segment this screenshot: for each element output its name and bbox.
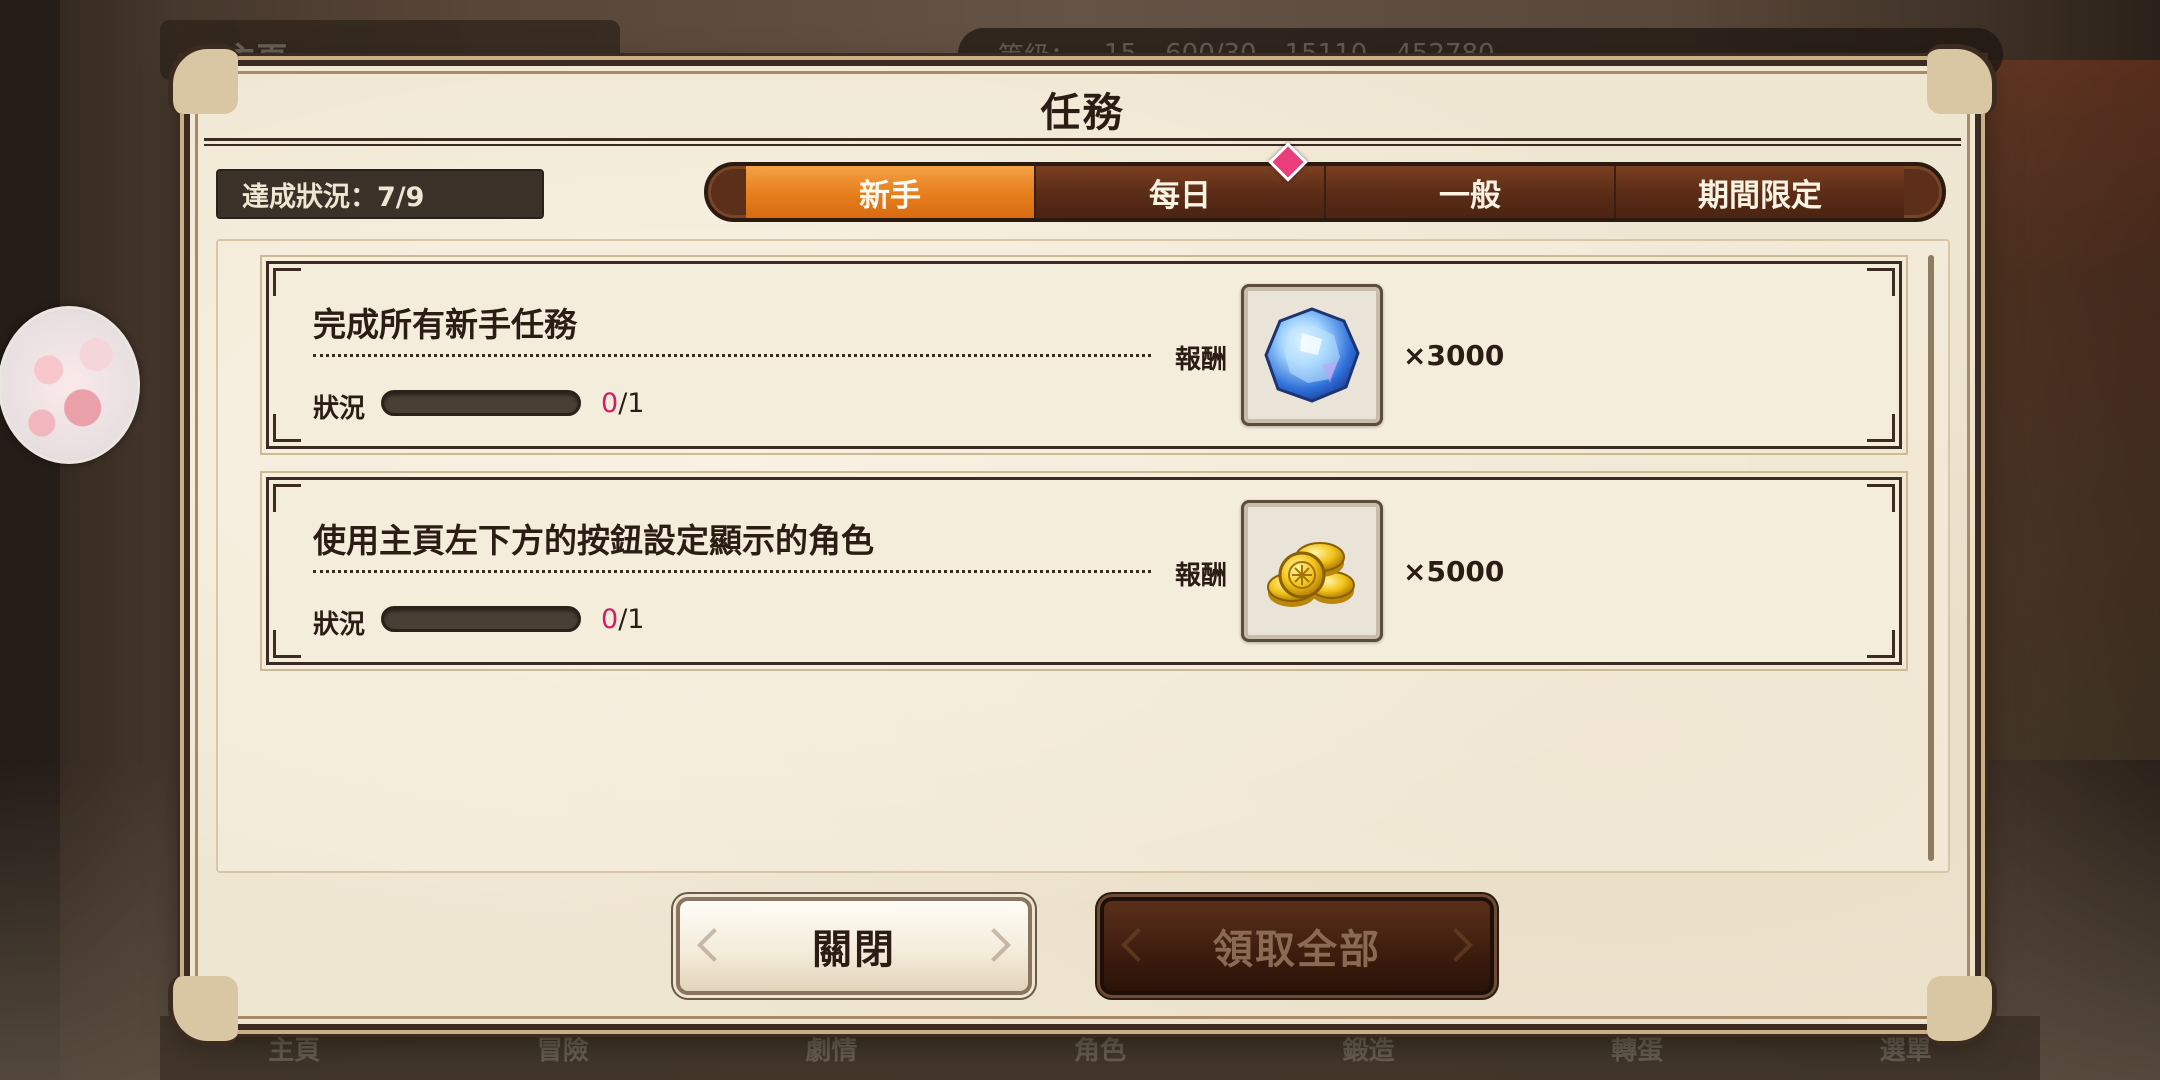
- title-divider: [204, 138, 1961, 146]
- card-corner: [1867, 484, 1895, 512]
- card-corner: [273, 630, 301, 658]
- progress-current: 0: [601, 388, 619, 419]
- reward-label: 報酬: [1175, 345, 1228, 375]
- reward-item-slot[interactable]: [1241, 284, 1383, 426]
- scrollbar[interactable]: [1928, 255, 1934, 861]
- progress-count: 0/1: [601, 388, 644, 419]
- quest-progress-bar: [381, 390, 581, 416]
- tab-general[interactable]: 一般: [1326, 166, 1616, 218]
- chevron-right-icon: [1439, 928, 1473, 962]
- quest-list-panel: 完成所有新手任務 報酬 狀況 0/1 ×3000 使用主頁左下方的按鈕設定顯示的…: [216, 239, 1950, 873]
- reward-quantity: ×3000: [1403, 339, 1505, 372]
- reward-label: 報酬: [1175, 561, 1228, 591]
- card-corner: [273, 484, 301, 512]
- chevron-left-icon: [1121, 928, 1155, 962]
- quest-progress-bar: [381, 606, 581, 632]
- card-corner: [273, 268, 301, 296]
- quest-card: 使用主頁左下方的按鈕設定顯示的角色 報酬 狀況 0/1 ×5000: [260, 471, 1908, 671]
- card-corner: [1867, 268, 1895, 296]
- dotted-divider: [313, 354, 1151, 357]
- dotted-divider: [313, 570, 1151, 573]
- chevron-right-icon: [977, 928, 1011, 962]
- scrollbar-thumb[interactable]: [1928, 255, 1934, 861]
- card-corner: [273, 414, 301, 442]
- reward-quantity: ×5000: [1403, 555, 1505, 588]
- claim-all-button-label: 領取全部: [1213, 927, 1381, 973]
- quest-card: 完成所有新手任務 報酬 狀況 0/1 ×3000: [260, 255, 1908, 455]
- progress-current: 0: [601, 604, 619, 635]
- claim-all-button[interactable]: 領取全部: [1100, 897, 1494, 995]
- tab-beginner[interactable]: 新手: [746, 166, 1036, 218]
- completion-status-badge: 達成狀況：7/9: [216, 169, 544, 219]
- close-button-label: 關閉: [812, 927, 896, 973]
- status-label: 狀況: [313, 610, 366, 640]
- tab-limited-time[interactable]: 期間限定: [1616, 166, 1904, 218]
- gem-icon: [1264, 307, 1360, 403]
- quest-tabs: 新手 每日 一般 期間限定: [704, 162, 1946, 222]
- progress-total: /1: [618, 388, 645, 419]
- quest-dialog: 任務 達成狀況：7/9 新手 每日 一般 期間限定 完成所有新手任務 報酬 狀況…: [168, 44, 1997, 1046]
- chevron-left-icon: [697, 928, 731, 962]
- card-corner: [1867, 630, 1895, 658]
- close-button[interactable]: 關閉: [676, 897, 1032, 995]
- card-corner: [1867, 414, 1895, 442]
- dialog-title: 任務: [1040, 90, 1125, 136]
- reward-item-slot[interactable]: [1241, 500, 1383, 642]
- cherry-blossom-avatar: [0, 306, 140, 464]
- status-label: 狀況: [313, 394, 366, 424]
- quest-title: 完成所有新手任務: [313, 305, 577, 344]
- gold-coins-icon: [1267, 542, 1355, 607]
- quest-title: 使用主頁左下方的按鈕設定顯示的角色: [313, 521, 874, 560]
- progress-total: /1: [618, 604, 645, 635]
- progress-count: 0/1: [601, 604, 644, 635]
